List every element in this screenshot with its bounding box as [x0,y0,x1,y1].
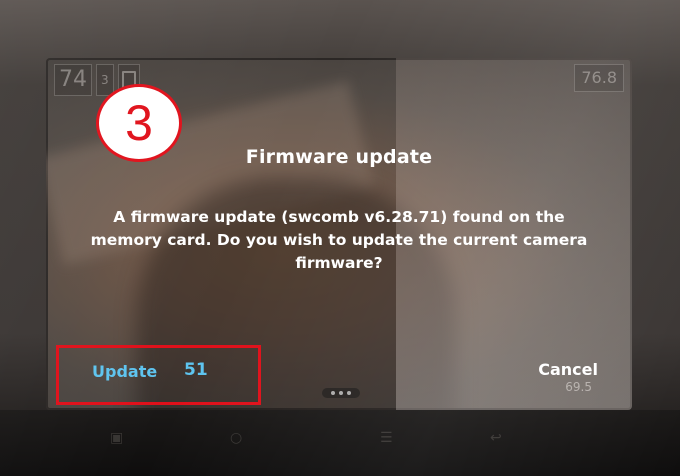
playback-icon: ▣ [110,430,124,446]
dialog-message: A firmware update (swcomb v6.28.71) foun… [90,208,588,272]
menu-icon: ☰ [380,430,393,446]
status-value-small: 3 [96,64,114,96]
status-value-left: 74 [54,64,92,96]
update-highlight-box [56,345,261,405]
step-number-badge: 3 [96,84,182,162]
camera-photo: 74 3 76.8 Firmware update A firmware upd… [0,0,680,476]
menu-dots-icon[interactable] [322,388,360,398]
cancel-button[interactable]: Cancel [538,360,598,379]
back-icon: ↩ [490,430,502,446]
status-value-right: 76.8 [574,64,624,92]
home-icon: ○ [230,430,243,446]
bottom-right-value: 69.5 [565,380,592,394]
camera-lower-bezel [0,410,680,476]
